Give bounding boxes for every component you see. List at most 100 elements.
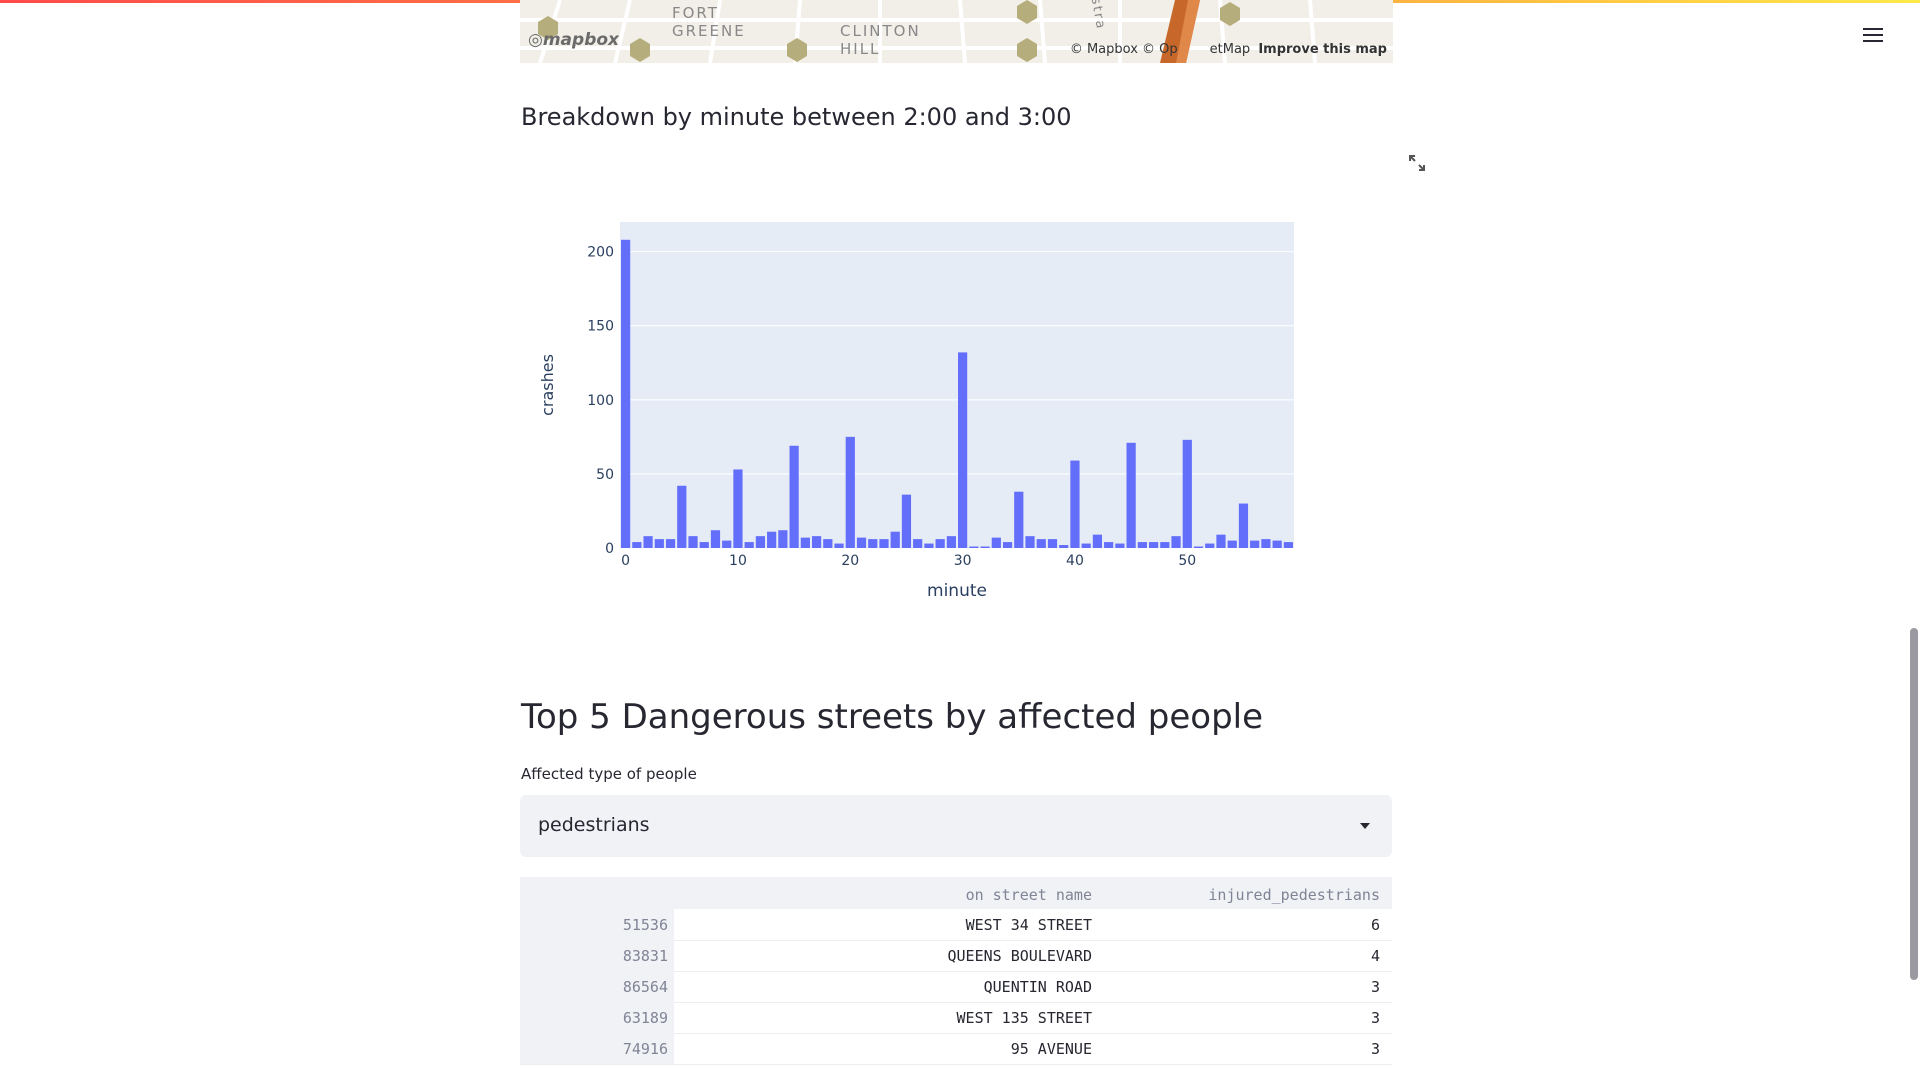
bar-minute-16[interactable] — [800, 537, 810, 548]
bar-minute-33[interactable] — [991, 537, 1001, 548]
bar-minute-45[interactable] — [1126, 442, 1136, 548]
bar-minute-39[interactable] — [1059, 545, 1069, 548]
bar-minute-59[interactable] — [1283, 542, 1293, 548]
injured-count-cell: 3 — [1370, 1040, 1380, 1058]
y-axis-label: crashes — [538, 354, 557, 416]
bar-minute-2[interactable] — [643, 536, 653, 548]
injured-count-cell: 4 — [1370, 947, 1380, 965]
hexagon-marker — [630, 38, 650, 62]
bar-minute-10[interactable] — [733, 469, 743, 548]
bar-minute-29[interactable] — [946, 536, 956, 548]
x-tick-label: 40 — [1066, 553, 1084, 569]
bar-minute-46[interactable] — [1137, 542, 1147, 548]
bar-minute-32[interactable] — [980, 546, 990, 548]
select-label: Affected type of people — [521, 765, 697, 783]
improve-map-link[interactable]: Improve this map — [1258, 42, 1387, 57]
minute-breakdown-chart[interactable]: 0 50 100 150 200 0 10 20 30 40 50 minute crashes — [520, 200, 1400, 620]
bar-minute-56[interactable] — [1250, 540, 1260, 548]
table-row[interactable]: 83831 QUEENS BOULEVARD 4 — [520, 940, 1392, 972]
table-row[interactable]: 86564 QUENTIN ROAD 3 — [520, 971, 1392, 1003]
bar-minute-17[interactable] — [811, 536, 822, 548]
bar-minute-22[interactable] — [868, 539, 878, 548]
street-name-cell: QUENTIN ROAD — [983, 978, 1092, 996]
x-axis-ticks: 0 10 20 30 40 50 — [621, 553, 1196, 569]
bar-minute-8[interactable] — [710, 530, 721, 548]
bar-minute-41[interactable] — [1081, 543, 1091, 548]
table-row[interactable]: 74916 95 AVENUE 3 — [520, 1033, 1392, 1065]
table-row[interactable]: 63189 WEST 135 STREET 3 — [520, 1002, 1392, 1034]
bar-minute-54[interactable] — [1227, 540, 1237, 548]
bar-minute-24[interactable] — [890, 531, 900, 548]
y-tick-label: 100 — [587, 393, 614, 409]
bar-minute-11[interactable] — [744, 542, 754, 548]
bar-minute-27[interactable] — [924, 543, 934, 548]
bar-minute-4[interactable] — [665, 539, 676, 548]
map-view[interactable]: FORT GREENE CLINTON HILL ostra ◎mapbox © M… — [520, 0, 1393, 63]
bar-minute-55[interactable] — [1238, 503, 1249, 548]
row-index: 51536 — [622, 916, 668, 934]
main-menu-button[interactable] — [1860, 24, 1886, 46]
map-label-clinton-hill: CLINTON HILL — [840, 22, 921, 58]
bar-minute-25[interactable] — [901, 494, 912, 548]
column-header-street[interactable]: on street name — [966, 886, 1092, 904]
row-index: 86564 — [622, 978, 668, 996]
bar-minute-47[interactable] — [1148, 542, 1159, 548]
bar-minute-3[interactable] — [654, 539, 664, 548]
row-index: 74916 — [622, 1040, 668, 1058]
bar-minute-48[interactable] — [1160, 542, 1170, 548]
bar-minute-13[interactable] — [767, 531, 777, 548]
page-scrollbar[interactable] — [1910, 628, 1918, 980]
bar-minute-57[interactable] — [1261, 539, 1271, 548]
table-header: on street name injured_pedestrians — [520, 877, 1392, 909]
bar-minute-23[interactable] — [879, 539, 889, 548]
bar-minute-53[interactable] — [1216, 534, 1226, 548]
table-row[interactable]: 51536 WEST 34 STREET 6 — [520, 909, 1392, 941]
injured-count-cell: 6 — [1370, 916, 1380, 934]
streets-table[interactable]: on street name injured_pedestrians 51536… — [520, 877, 1392, 1067]
column-header-injured[interactable]: injured_pedestrians — [1208, 886, 1380, 904]
bar-minute-43[interactable] — [1104, 542, 1114, 548]
y-axis-ticks: 0 50 100 150 200 — [587, 245, 614, 557]
bar-minute-6[interactable] — [688, 536, 698, 548]
bar-minute-15[interactable] — [789, 445, 799, 548]
y-tick-label: 50 — [596, 467, 614, 483]
attribution-osm-text[interactable]: etMap — [1210, 42, 1251, 57]
plot-area — [620, 222, 1294, 548]
bar-minute-49[interactable] — [1171, 536, 1181, 548]
caret-down-icon — [1360, 823, 1370, 829]
mapbox-logo[interactable]: ◎mapbox — [528, 30, 619, 50]
bar-minute-5[interactable] — [677, 485, 687, 548]
bar-minute-14[interactable] — [778, 530, 788, 548]
bar-minute-30[interactable] — [958, 352, 968, 548]
bar-minute-1[interactable] — [632, 542, 642, 548]
bar-minute-50[interactable] — [1182, 439, 1192, 548]
bar-minute-38[interactable] — [1047, 539, 1058, 548]
bar-minute-58[interactable] — [1272, 540, 1282, 548]
bar-minute-37[interactable] — [1036, 539, 1046, 548]
bar-minute-44[interactable] — [1115, 543, 1125, 548]
bar-minute-19[interactable] — [834, 543, 844, 548]
bar-minute-31[interactable] — [969, 546, 979, 548]
attribution-text[interactable]: © Mapbox © Op — [1070, 42, 1178, 57]
fullscreen-expand-icon[interactable] — [1407, 153, 1427, 173]
map-attribution: © Mapbox © Op etMap Improve this map — [1070, 42, 1387, 57]
bar-minute-0[interactable] — [621, 239, 631, 549]
affected-type-select[interactable]: pedestrians — [520, 795, 1392, 857]
bar-minute-42[interactable] — [1092, 534, 1103, 548]
bar-minute-35[interactable] — [1014, 491, 1024, 548]
bar-minute-28[interactable] — [935, 539, 945, 548]
bar-minute-51[interactable] — [1193, 546, 1204, 548]
section-title: Top 5 Dangerous streets by affected peop… — [521, 697, 1264, 737]
bar-minute-52[interactable] — [1205, 543, 1215, 548]
x-tick-label: 20 — [841, 553, 859, 569]
bar-minute-40[interactable] — [1070, 460, 1080, 548]
bar-minute-18[interactable] — [823, 539, 833, 548]
bar-minute-9[interactable] — [722, 540, 732, 548]
bar-minute-21[interactable] — [856, 537, 867, 548]
bar-minute-20[interactable] — [845, 436, 855, 548]
bar-minute-7[interactable] — [699, 542, 709, 548]
bar-minute-26[interactable] — [913, 539, 923, 548]
bar-minute-12[interactable] — [755, 536, 766, 548]
bar-minute-36[interactable] — [1025, 536, 1035, 548]
bar-minute-34[interactable] — [1002, 542, 1013, 548]
